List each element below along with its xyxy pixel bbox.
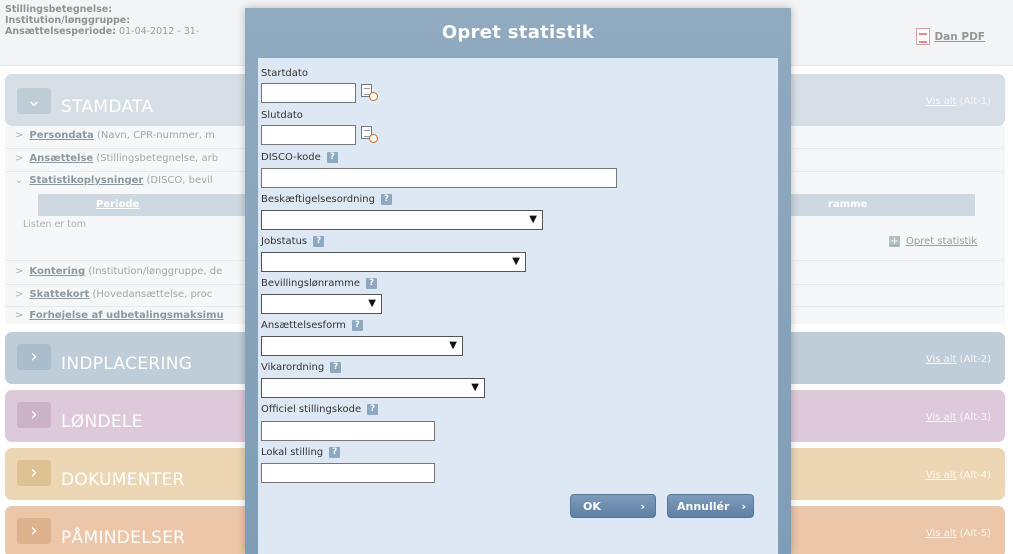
plus-icon: + [888,236,900,247]
row-forhoejelse[interactable]: > Forhøjelse af udbetalingsmaksimu [15,310,224,321]
row-persondata[interactable]: > Persondata (Navn, CPR-nummer, m [15,130,215,141]
dokumenter-vis-alt[interactable]: Vis alt (Alt-4) [926,470,991,481]
dokumenter-title: DOKUMENTER [61,470,185,490]
chevron-right-icon: › [640,499,645,513]
stamdata-title: STAMDATA [61,97,154,117]
slutdato-label: Slutdato [261,110,303,121]
ansaettelsesform-select[interactable]: ▼ [261,336,463,356]
help-icon[interactable]: ? [313,236,325,247]
dialog-body: Startdato Slutdato DISCO-kode? Beskæftig… [258,58,778,554]
info-line-stilling: Stillingsbetegnelse: [5,4,113,15]
help-icon[interactable]: ? [380,194,392,205]
chevron-right-icon[interactable]: › [17,460,51,486]
paamindelser-vis-alt[interactable]: Vis alt (Alt-5) [926,528,991,539]
annuller-button[interactable]: Annullér › [667,494,754,518]
dropdown-caret-icon: ▼ [368,298,376,309]
calendar-clock-icon[interactable] [361,84,378,101]
row-kontering[interactable]: > Kontering (Institution/lønggruppe, de [15,266,222,277]
disco-label: DISCO-kode? [261,152,338,163]
indplacering-vis-alt[interactable]: Vis alt (Alt-2) [926,354,991,365]
startdato-input[interactable] [261,83,356,103]
dropdown-caret-icon: ▼ [471,382,479,393]
dialog-title: Opret statistik [441,22,595,43]
help-icon[interactable]: ? [326,152,338,163]
help-icon[interactable]: ? [351,320,363,331]
disco-kode-input[interactable] [261,168,617,188]
vikarordning-select[interactable]: ▼ [261,378,485,398]
dropdown-caret-icon: ▼ [449,340,457,351]
startdato-label: Startdato [261,68,308,79]
opret-statistik-link[interactable]: + Opret statistik [888,236,977,247]
col-ramme: ramme [828,199,868,210]
col-periode[interactable]: Periode [96,199,139,210]
help-icon[interactable]: ? [366,278,378,289]
indplacering-title: INDPLACERING [61,354,193,374]
help-icon[interactable]: ? [330,362,342,373]
opret-statistik-dialog: Opret statistik Startdato Slutdato DISCO… [245,8,791,554]
beskaeftigelse-label: Beskæftigelsesordning? [261,194,392,205]
help-icon[interactable]: ? [367,404,379,415]
row-statistikoplysninger[interactable]: ⌄ Statistikoplysninger (DISCO, bevil [15,175,213,186]
info-line-periode: Ansættelsesperiode: 01-04-2012 - 31- [5,26,200,37]
vikarordning-label: Vikarordning? [261,362,342,373]
dropdown-caret-icon: ▼ [529,214,537,225]
pdf-icon [916,28,931,45]
stamdata-vis-alt[interactable]: Vis alt (Alt-1) [926,96,991,107]
loendele-title: LØNDELE [61,412,143,432]
chevron-right-icon: › [741,499,746,513]
jobstatus-select[interactable]: ▼ [261,252,526,272]
ansaettelsesform-label: Ansættelsesform? [261,320,363,331]
empty-list-text: Listen er tom [23,219,87,230]
chevron-right-icon[interactable]: › [17,518,51,544]
lokal-stilling-input[interactable] [261,463,435,483]
officiel-stillingskode-label: Officiel stillingskode? [261,404,379,415]
dan-pdf-link[interactable]: Dan PDF [916,28,985,45]
row-ansaettelse[interactable]: > Ansættelse (Stillingsbetegnelse, arb [15,153,218,164]
bevillingsloenramme-select[interactable]: ▼ [261,294,382,314]
slutdato-input[interactable] [261,125,356,145]
info-line-institution: Institution/lønggruppe: [5,15,131,26]
calendar-clock-icon[interactable] [361,126,378,143]
row-skattekort[interactable]: > Skattekort (Hovedansættelse, proc [15,289,212,300]
paamindelser-title: PÅMINDELSER [61,528,186,548]
dropdown-caret-icon: ▼ [512,256,520,267]
chevron-down-icon[interactable]: ⌄ [17,88,51,114]
help-icon[interactable]: ? [329,447,341,458]
jobstatus-label: Jobstatus? [261,236,325,247]
lokal-stilling-label: Lokal stilling? [261,447,341,458]
beskaeftigelsesordning-select[interactable]: ▼ [261,210,543,230]
bevilling-label: Bevillingslønramme? [261,278,378,289]
officiel-stillingskode-input[interactable] [261,421,435,441]
ok-button[interactable]: OK › [570,494,656,518]
chevron-right-icon[interactable]: › [17,344,51,370]
loendele-vis-alt[interactable]: Vis alt (Alt-3) [926,412,991,423]
chevron-right-icon[interactable]: › [17,402,51,428]
